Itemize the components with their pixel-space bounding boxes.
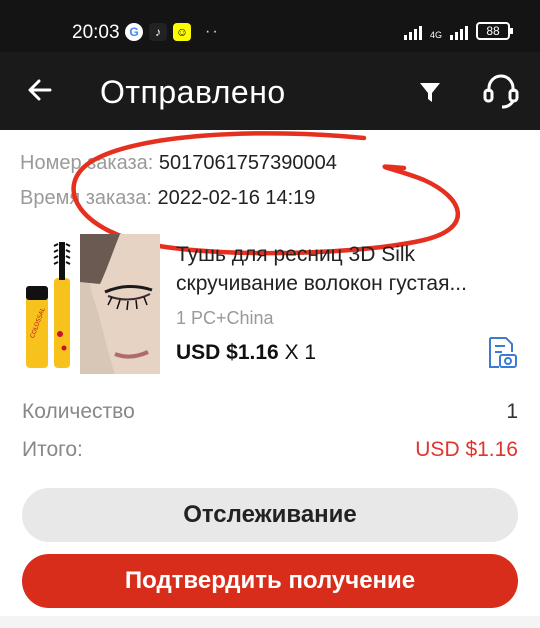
filter-button[interactable] — [416, 78, 444, 106]
product-image[interactable]: COLOSSAL — [20, 234, 160, 374]
support-button[interactable] — [480, 70, 522, 112]
app-header: Отправлено — [0, 52, 540, 130]
mascara-product-image: COLOSSAL — [20, 234, 160, 374]
page-title: Отправлено — [100, 74, 286, 110]
filter-icon — [420, 83, 440, 102]
google-icon: G — [125, 23, 143, 41]
quantity-value: 1 — [506, 400, 518, 423]
more-notifications-icon: ·· — [205, 23, 220, 40]
product-title[interactable]: Тушь для ресниц 3D Silk — [176, 240, 521, 269]
confirm-receipt-button[interactable]: Подтвердить получение — [22, 554, 518, 608]
product-title-line2[interactable]: скручивание волокон густая... — [176, 269, 521, 298]
back-button[interactable] — [24, 74, 56, 106]
status-time: 20:03 — [72, 22, 120, 43]
quantity-label: Количество — [22, 400, 135, 423]
headset-icon — [483, 74, 519, 109]
tracking-button[interactable]: Отслеживание — [22, 488, 518, 542]
notification-icons: G ♪ ☺ ·· — [125, 23, 220, 41]
quantity-row: Количество 1 — [22, 400, 518, 424]
total-value: USD $1.16 — [415, 438, 518, 461]
product-price: USD $1.16 — [176, 341, 279, 364]
product-sku: 1 PC+China — [176, 308, 274, 328]
signal-icon — [403, 24, 422, 40]
photo-review-icon — [489, 337, 517, 368]
signal-icon-2 — [450, 24, 468, 40]
back-arrow-icon — [28, 79, 52, 101]
battery-icon: 88 — [476, 22, 513, 40]
snapchat-icon: ☺ — [173, 23, 191, 41]
system-icons: 4G 88 — [403, 22, 513, 40]
product-price-row: USD $1.16 X 1 — [176, 341, 316, 365]
tiktok-icon: ♪ — [149, 23, 167, 41]
network-type: 4G — [429, 30, 442, 40]
photo-review-button[interactable] — [486, 336, 518, 370]
status-bar: 20:03 G ♪ ☺ ·· 4G 88 — [0, 0, 540, 52]
total-row: Итого: USD $1.16 — [22, 438, 518, 462]
total-label: Итого: — [22, 438, 83, 461]
product-quantity: X 1 — [284, 341, 317, 364]
